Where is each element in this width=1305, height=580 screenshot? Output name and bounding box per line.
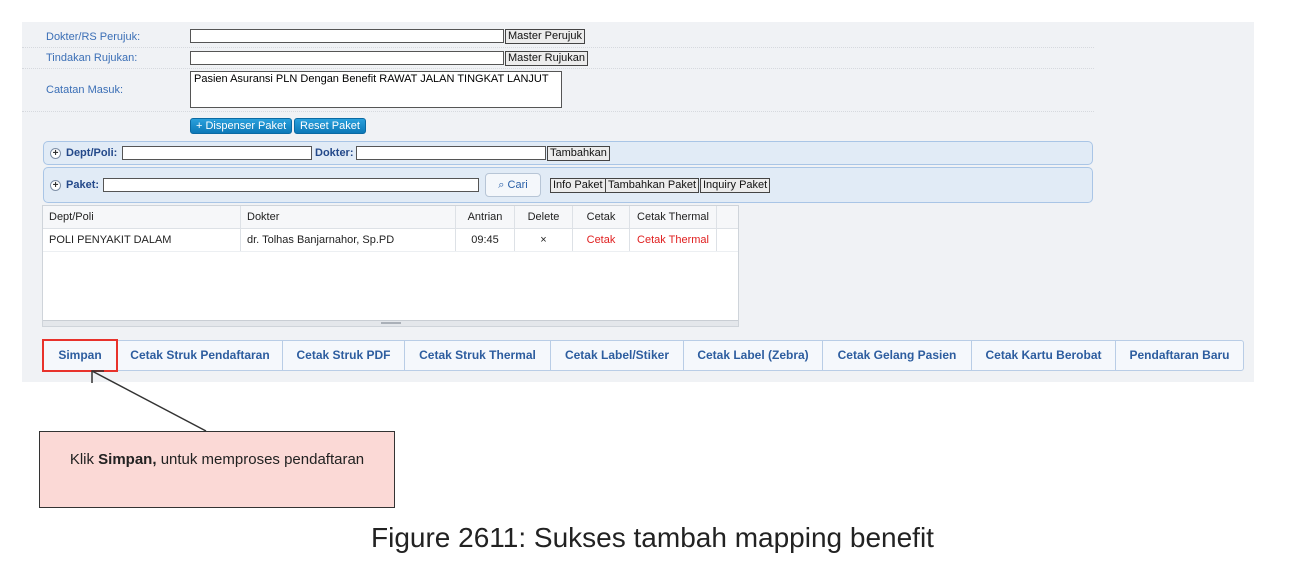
dept-poli-label: Dept/Poli: [66,147,118,159]
column-header[interactable]: Delete [515,206,573,228]
cetak-label-stiker-button[interactable]: Cetak Label/Stiker [551,341,684,370]
cetak-gelang-pasien-button[interactable]: Cetak Gelang Pasien [823,341,972,370]
dept-poli-bar: + Dept/Poli: Dokter: Tambahkan [43,141,1093,165]
dept-poli-input[interactable] [122,146,312,160]
column-header[interactable]: Cetak Thermal [630,206,717,228]
catatan-masuk-textarea[interactable]: Pasien Asuransi PLN Dengan Benefit RAWAT… [190,71,562,108]
cetak-link[interactable]: Cetak [573,229,630,251]
paket-bar: + Paket: ⌕ Cari Info Paket Tambahkan Pak… [43,167,1093,203]
cari-button[interactable]: ⌕ Cari [485,173,541,197]
delete-icon[interactable]: × [515,229,573,251]
callout-bold: Simpan, [98,451,157,468]
dokter-input[interactable] [356,146,546,160]
tambahkan-paket-button[interactable]: Tambahkan Paket [605,178,700,193]
plus-icon[interactable]: + [50,180,61,191]
master-rujukan-button[interactable]: Master Rujukan [505,51,589,66]
tambahkan-button[interactable]: Tambahkan [547,146,610,161]
tindakan-rujukan-label: Tindakan Rujukan: [46,52,138,64]
plus-icon[interactable]: + [50,148,61,159]
cetak-struk-thermal-button[interactable]: Cetak Struk Thermal [405,341,551,370]
pendaftaran-baru-button[interactable]: Pendaftaran Baru [1116,341,1243,370]
action-tab-bar: Simpan Cetak Struk Pendaftaran Cetak Str… [42,339,1244,372]
column-header[interactable]: Cetak [573,206,630,228]
column-header[interactable]: Antrian [456,206,515,228]
grid-resize-handle[interactable] [43,320,738,326]
callout-prefix: Klik [69,451,99,468]
search-icon: ⌕ [498,179,505,191]
cetak-struk-pdf-button[interactable]: Cetak Struk PDF [283,341,405,370]
dokter-cell: dr. Tolhas Banjarnahor, Sp.PD [241,229,456,251]
dept-cell: POLI PENYAKIT DALAM [43,229,241,251]
cetak-thermal-link[interactable]: Cetak Thermal [630,229,717,251]
simpan-button[interactable]: Simpan [42,339,118,372]
column-header[interactable]: Dokter [241,206,456,228]
master-perujuk-button[interactable]: Master Perujuk [505,29,585,44]
dokter-label: Dokter: [315,147,354,159]
antrian-cell: 09:45 [456,229,515,251]
dokter-perujuk-label: Dokter/RS Perujuk: [46,31,141,43]
column-header[interactable]: Dept/Poli [43,206,241,228]
tindakan-rujukan-input[interactable] [190,51,504,65]
cetak-label-zebra-button[interactable]: Cetak Label (Zebra) [684,341,823,370]
info-paket-button[interactable]: Info Paket [550,178,606,193]
table-row[interactable]: POLI PENYAKIT DALAM dr. Tolhas Banjarnah… [43,229,738,252]
figure-caption: Figure 2611: Sukses tambah mapping benef… [371,522,934,553]
registration-grid: Dept/Poli Dokter Antrian Delete Cetak Ce… [42,205,739,327]
cari-button-label: Cari [507,179,528,191]
dispenser-paket-button[interactable]: + Dispenser Paket [190,118,293,134]
catatan-masuk-label: Catatan Masuk: [46,84,124,96]
instruction-callout: Klik Simpan, untuk memproses pendaftaran [39,431,395,508]
cetak-struk-pendaftaran-button[interactable]: Cetak Struk Pendaftaran [118,341,283,370]
paket-label: Paket: [66,179,100,191]
cetak-kartu-berobat-button[interactable]: Cetak Kartu Berobat [972,341,1116,370]
inquiry-paket-button[interactable]: Inquiry Paket [700,178,771,193]
dokter-perujuk-input[interactable] [190,29,504,43]
callout-suffix: untuk memproses pendaftaran [156,451,365,468]
paket-input[interactable] [103,178,479,192]
reset-paket-button[interactable]: Reset Paket [294,118,366,134]
grid-header: Dept/Poli Dokter Antrian Delete Cetak Ce… [43,206,738,229]
